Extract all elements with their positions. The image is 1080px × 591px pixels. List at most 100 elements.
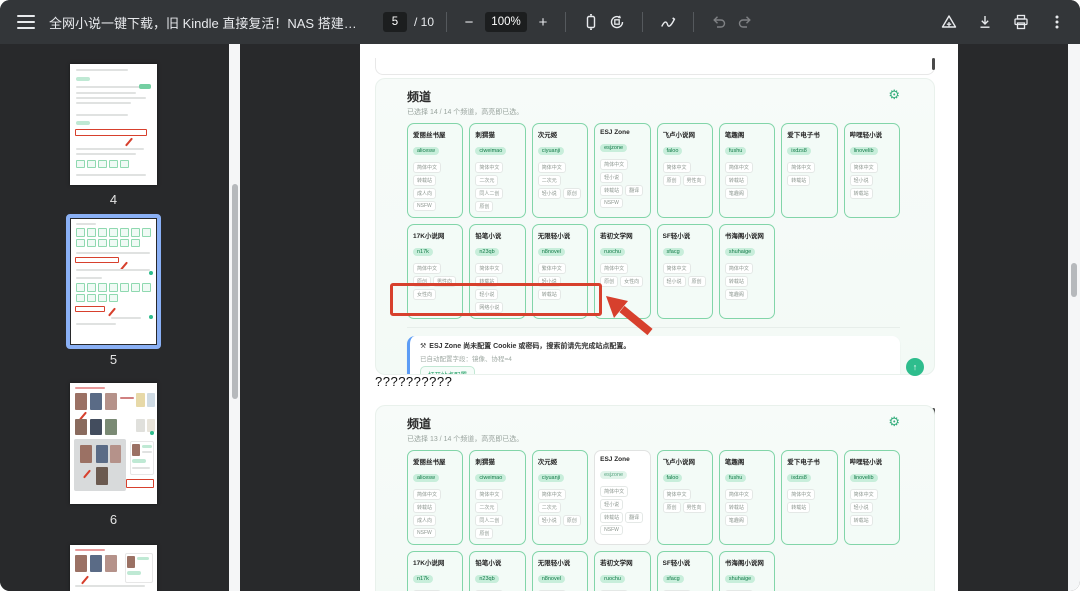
thumbnail-page-7[interactable] (70, 545, 157, 591)
undo-icon[interactable] (706, 9, 732, 35)
channel-tag: 原创 (562, 188, 581, 199)
thumbnail-art-shape (137, 557, 149, 560)
annotate-pen-icon[interactable] (655, 9, 681, 35)
thumbnail-art-shape (120, 397, 134, 399)
thumbnail-art-shape (139, 84, 151, 89)
previous-card-bottom-edge (375, 58, 935, 75)
channel-tag: 二次元 (475, 175, 499, 186)
thumbnail-art-shape (110, 445, 121, 463)
thumbnail-art-shape (76, 323, 116, 325)
channel-card-alicesw[interactable]: 爱丽丝书屋 alicesw 简体中文 转载站 成人向 NSFW (407, 123, 464, 218)
channel-name: 哔哩轻小说 (849, 132, 883, 139)
channel-card-fushu[interactable]: 笔趣阁 fushu 简体中文 转载站 笔趣阁 (718, 123, 776, 218)
main-scrollbar-track[interactable] (1068, 44, 1080, 591)
channel-card-esjzone[interactable]: ESJ Zone esjzone 简体中文 轻小说 转载站 翻译 NSFW (594, 123, 651, 218)
channel-name: 哔哩轻小说 (849, 459, 883, 466)
sidebar-scrollbar-thumb[interactable] (231, 184, 238, 399)
channel-card-ixdzs8[interactable]: 爱下电子书 ixdzs8 简体中文 转载站 (781, 450, 838, 545)
zoom-out-button[interactable]: − (459, 14, 479, 31)
page-number-input[interactable]: 5 (383, 12, 407, 32)
zoom-in-button[interactable]: + (533, 14, 553, 31)
channel-card-sfacg[interactable]: SF轻小说sfacg简体中文轻小说原创 (656, 224, 713, 319)
channel-card-fushu[interactable]: 笔趣阁 fushu 简体中文 转载站 笔趣阁 (718, 450, 776, 545)
main-scrollbar-thumb[interactable] (1071, 263, 1077, 297)
channel-tag: 轻小说 (537, 515, 561, 526)
channel-tag: 简体中文 (475, 162, 504, 173)
channel-card-ciweimao[interactable]: 刺猬猫 ciweimao 简体中文 二次元 同人二创 原创 (469, 123, 526, 218)
thumbnail-page-6[interactable] (70, 383, 157, 504)
channel-tag: 原创 (475, 528, 494, 539)
thumbnail-annotation-box (75, 129, 147, 136)
channel-card-sfacg[interactable]: SF轻小说sfacg简体中文轻小说原创 (656, 551, 713, 591)
channel-card-n8novel[interactable]: 无限轻小说n8novel繁体中文轻小说转载站 (531, 551, 589, 591)
channel-tag: 简体中文 (662, 263, 691, 274)
channel-card-n23qb[interactable]: 铅笔小说n23qb简体中文转载站轻小说网络小说 (469, 551, 526, 591)
channel-name: 17K小说网 (413, 560, 445, 567)
settings-gear-icon[interactable]: ⚙ (888, 415, 900, 428)
sidebar-scrollbar-track[interactable] (229, 44, 240, 591)
print-icon[interactable] (1008, 9, 1034, 35)
thumbnail-page-5[interactable] (71, 219, 156, 344)
channel-card-linovelib[interactable]: 哔哩轻小说 linovelib 简体中文 轻小说 转载站 (843, 123, 900, 218)
channel-tag: 简体中文 (600, 263, 629, 274)
channel-tag: 简体中文 (537, 489, 566, 500)
channel-tag: 简体中文 (849, 489, 878, 500)
channel-tag: 简体中文 (413, 489, 442, 500)
thumbnail-art-shape (75, 585, 145, 587)
channel-card-shuhaige[interactable]: 书海阁小说网shuhaige简体中文转载站笔趣阁 (718, 551, 776, 591)
scroll-to-top-button[interactable]: ↑ (906, 358, 924, 376)
channel-card-shuhaige[interactable]: 书海阁小说网shuhaige简体中文转载站笔趣阁 (718, 224, 776, 319)
thumbnail-page-4[interactable] (70, 64, 157, 185)
thumbnail-art-shape (108, 307, 116, 317)
add-to-drive-icon[interactable] (936, 9, 962, 35)
channel-card-esjzone[interactable]: ESJ Zone esjzone 简体中文 轻小说 转载站 翻译 NSFW (594, 450, 651, 545)
channel-card-ciweimao[interactable]: 刺猬猫 ciweimao 简体中文 二次元 同人二创 原创 (469, 450, 526, 545)
channel-tag: 转载站 (413, 175, 437, 186)
thumbnail-art-shape (90, 555, 102, 572)
thumbnail-art-shape (76, 294, 85, 302)
thumbnail-art-shape (105, 393, 117, 410)
channel-tag: 二次元 (537, 502, 561, 513)
channel-tag: 简体中文 (724, 489, 753, 500)
more-options-icon[interactable] (1044, 9, 1070, 35)
channel-name: SF轻小说 (662, 233, 691, 240)
channel-tags: 简体中文 二次元 同人二创 原创 (475, 162, 519, 212)
thumbnail-art-shape (96, 467, 108, 485)
thumbnail-annotation-box (75, 306, 105, 312)
channel-card-faloo[interactable]: 飞卢小说网 faloo 简体中文 原创 男性向 (656, 450, 713, 545)
channel-tags: 简体中文 转载站 (787, 162, 831, 186)
channel-card-ixdzs8[interactable]: 爱下电子书 ixdzs8 简体中文 转载站 (781, 123, 838, 218)
channel-card-ciyuanji[interactable]: 次元姬 ciyuanji 简体中文 二次元 轻小说 原创 (531, 123, 589, 218)
channel-code-badge: linovelib (849, 147, 878, 155)
thumbnail-art-shape (87, 228, 96, 237)
channel-code-badge: shuhaige (724, 248, 756, 256)
pdf-viewer-window: 全网小说一键下载，旧 Kindle 直接复活！NAS 搭建私人小说... 5 /… (0, 0, 1080, 591)
menu-icon[interactable] (17, 15, 35, 29)
zoom-level-input[interactable]: 100% (485, 12, 528, 32)
channel-code-badge: n8novel (537, 248, 566, 256)
channel-tags: 简体中文 轻小说 转载站 (849, 489, 894, 526)
channel-name: 笔趣阁 (724, 132, 745, 139)
channel-card-ruochu[interactable]: 若初文学网ruochu简体中文原创女性向 (594, 551, 651, 591)
channel-card-ciyuanji[interactable]: 次元姬 ciyuanji 简体中文 二次元 轻小说 原创 (531, 450, 589, 545)
rotate-icon[interactable] (604, 9, 630, 35)
channel-tag: 成人向 (413, 188, 437, 199)
channel-code-badge: ixdzs8 (787, 474, 811, 482)
channel-card-faloo[interactable]: 飞卢小说网 faloo 简体中文 原创 男性向 (656, 123, 713, 218)
thumbnail-art-shape (136, 419, 145, 432)
channel-tag: 转载站 (413, 502, 437, 513)
channel-card-linovelib[interactable]: 哔哩轻小说 linovelib 简体中文 轻小说 转载站 (843, 450, 900, 545)
redo-icon[interactable] (732, 9, 758, 35)
channel-card-alicesw[interactable]: 爱丽丝书屋 alicesw 简体中文 转载站 成人向 NSFW (407, 450, 464, 545)
thumbnail-art-shape (90, 419, 102, 435)
settings-gear-icon[interactable]: ⚙ (888, 88, 900, 101)
channel-card-n17k[interactable]: 17K小说网n17k简体中文原创男性向女性向 (407, 551, 464, 591)
channel-code-badge: ixdzs8 (787, 147, 811, 155)
download-icon[interactable] (972, 9, 998, 35)
channel-tag: 简体中文 (475, 489, 504, 500)
channel-tag: 转载站 (787, 175, 811, 186)
fit-page-icon[interactable] (578, 9, 604, 35)
channel-tag: 简体中文 (849, 162, 878, 173)
thumbnail-art-shape (149, 315, 153, 319)
channel-name: 17K小说网 (413, 233, 445, 240)
